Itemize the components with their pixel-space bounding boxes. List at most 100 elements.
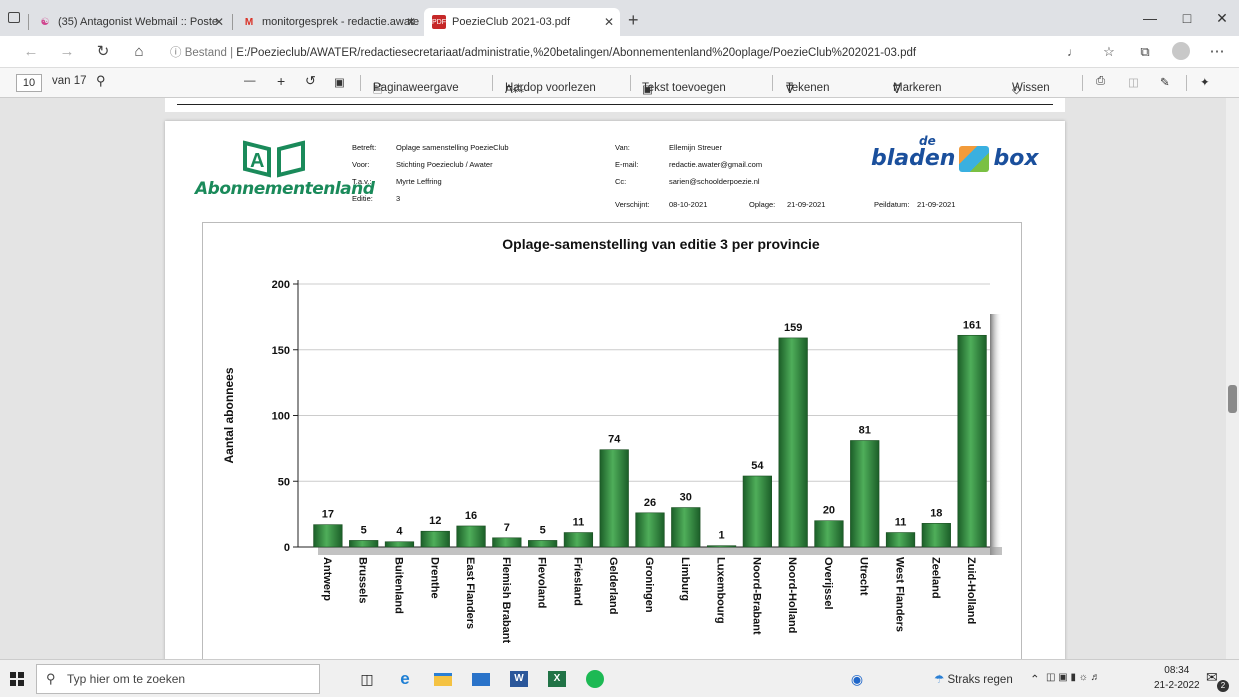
x-tick-label: Flevoland bbox=[536, 557, 548, 608]
address-prefix: Bestand bbox=[184, 47, 227, 59]
zoom-out-button[interactable]: — bbox=[244, 75, 256, 87]
book-logo-icon: A bbox=[243, 140, 305, 178]
file-explorer-icon[interactable] bbox=[432, 668, 454, 690]
new-tab-button[interactable]: + bbox=[628, 10, 639, 31]
page-view-label: Paginaweergave bbox=[373, 82, 459, 94]
bar-value-label: 1 bbox=[719, 530, 725, 542]
more-menu-icon[interactable]: ⋯ bbox=[1206, 42, 1228, 62]
previous-page-edge bbox=[165, 98, 1065, 112]
search-placeholder: Typ hier om te zoeken bbox=[67, 672, 186, 686]
highlight-button[interactable]: ∇ Markeren ⌄ bbox=[893, 75, 942, 96]
bar bbox=[957, 334, 987, 548]
back-icon[interactable]: ← bbox=[20, 42, 42, 62]
x-tick-label: Gelderland bbox=[607, 557, 619, 614]
x-tick-label: Flemish Brabant bbox=[500, 557, 512, 644]
search-icon[interactable]: ⚲ bbox=[96, 73, 106, 89]
weather-text: Straks regen bbox=[947, 674, 1013, 686]
tab-webmail[interactable]: ☯ (35) Antagonist Webmail :: Poste ✕ bbox=[30, 8, 230, 36]
profile-avatar[interactable] bbox=[1172, 42, 1190, 60]
erase-label: Wissen bbox=[1012, 82, 1050, 94]
tab-label: (35) Antagonist Webmail :: Poste bbox=[58, 16, 218, 28]
bar bbox=[742, 475, 772, 548]
windows-taskbar: ⚲ Typ hier om te zoeken ◫ e W X ◉ ☂ Stra… bbox=[0, 659, 1239, 697]
x-tick-label: Drenthe bbox=[428, 557, 440, 599]
bar bbox=[456, 525, 486, 548]
close-tab-icon[interactable]: ✕ bbox=[604, 15, 614, 29]
windows-start-icon[interactable] bbox=[6, 668, 28, 690]
highlight-label: Markeren bbox=[893, 82, 942, 94]
x-tick-label: Noord-Brabant bbox=[750, 557, 762, 635]
van-label: Van: bbox=[615, 143, 630, 152]
spotify-icon[interactable] bbox=[584, 668, 606, 690]
pin-toolbar-icon[interactable]: ✦ bbox=[1200, 75, 1210, 89]
edge-icon[interactable]: e bbox=[394, 668, 416, 690]
bar-value-label: 18 bbox=[930, 507, 942, 519]
draw-label: Tekenen bbox=[786, 82, 830, 94]
mail-icon[interactable] bbox=[470, 668, 492, 690]
close-window-button[interactable]: ✕ bbox=[1207, 8, 1237, 28]
save-icon[interactable]: ◫ bbox=[1128, 75, 1139, 89]
verschijnt-label: Verschijnt: bbox=[615, 200, 650, 209]
draw-button[interactable]: ∇ Tekenen ⌄ bbox=[786, 75, 829, 96]
tab-gmail[interactable]: M monitorgesprek - redactie.awate ✕ bbox=[234, 8, 422, 36]
x-tick-label: Noord-Holland bbox=[786, 557, 798, 633]
verschijnt-value: 08-10-2021 bbox=[669, 200, 708, 209]
fit-page-icon[interactable]: ▣ bbox=[334, 75, 345, 89]
tab-actions-icon[interactable] bbox=[8, 12, 20, 23]
y-tick-label: 100 bbox=[272, 411, 290, 423]
tab-label: PoezieClub 2021-03.pdf bbox=[452, 16, 571, 28]
van-value: Ellemijn Streuer bbox=[669, 143, 722, 152]
x-tick-label: Antwerp bbox=[321, 557, 333, 601]
home-icon[interactable]: ⌂ bbox=[128, 42, 150, 62]
excel-icon[interactable]: X bbox=[546, 668, 568, 690]
pdf-icon: PDF bbox=[432, 15, 446, 29]
save-as-icon[interactable]: ✎ bbox=[1160, 75, 1170, 89]
bar-value-label: 5 bbox=[361, 524, 367, 536]
tab-pdf[interactable]: PDF PoezieClub 2021-03.pdf ✕ bbox=[424, 8, 620, 36]
search-icon: ⚲ bbox=[46, 671, 56, 686]
bar bbox=[850, 440, 880, 548]
favorites-icon[interactable]: ☆ bbox=[1098, 42, 1120, 62]
reload-icon[interactable]: ↻ bbox=[92, 42, 114, 62]
notification-count: 2 bbox=[1217, 680, 1229, 692]
collections-icon[interactable]: ⧉ bbox=[1134, 42, 1156, 62]
umbrella-icon: ☂ bbox=[934, 674, 945, 686]
read-aloud-icon[interactable]: ♩ bbox=[1062, 42, 1084, 62]
tray-chevron-icon[interactable]: ⌃ bbox=[1030, 672, 1040, 686]
scrollbar[interactable] bbox=[1226, 98, 1239, 659]
tray-icons[interactable]: ◫ ▣ ▮ ☼ ♬ bbox=[1046, 672, 1101, 683]
add-text-label: Tekst toevoegen bbox=[642, 82, 726, 94]
pdf-page: A Abonnementenland Betreft: Oplage samen… bbox=[165, 121, 1065, 661]
help-icon[interactable]: ◉ bbox=[846, 668, 868, 690]
scrollbar-thumb[interactable] bbox=[1228, 385, 1237, 413]
print-icon[interactable]: ⎙ bbox=[1096, 75, 1105, 88]
close-tab-icon[interactable]: ✕ bbox=[214, 15, 224, 29]
tav-label: T.a.v.: bbox=[352, 177, 372, 186]
zoom-in-button[interactable]: + bbox=[277, 73, 285, 89]
x-tick-label: Limburg bbox=[679, 557, 691, 601]
bar-value-label: 81 bbox=[859, 424, 871, 436]
x-tick-label: Utrecht bbox=[858, 557, 870, 596]
pdf-toolbar: 10 van 17 ⚲ — + ↺ ▣ 🗎 Paginaweergave A⁂ … bbox=[0, 68, 1239, 98]
restore-button[interactable]: □ bbox=[1172, 8, 1202, 28]
forward-icon[interactable]: → bbox=[56, 42, 78, 62]
webmail-icon: ☯ bbox=[40, 16, 50, 28]
taskbar-search-input[interactable]: ⚲ Typ hier om te zoeken bbox=[36, 664, 320, 694]
rotate-icon[interactable]: ↺ bbox=[305, 73, 316, 89]
weather-widget[interactable]: ☂ Straks regen bbox=[934, 672, 1013, 686]
minimize-button[interactable]: — bbox=[1135, 8, 1165, 28]
close-tab-icon[interactable]: ✕ bbox=[406, 15, 416, 29]
bar bbox=[921, 523, 951, 548]
x-tick-label: Zuid-Holland bbox=[965, 557, 977, 624]
page-number-input[interactable]: 10 bbox=[16, 74, 42, 92]
word-icon[interactable]: W bbox=[508, 668, 530, 690]
task-view-icon[interactable]: ◫ bbox=[356, 668, 378, 690]
betreft-value: Oplage samenstelling PoezieClub bbox=[396, 143, 509, 152]
peildatum-value: 21-09-2021 bbox=[917, 200, 956, 209]
betreft-label: Betreft: bbox=[352, 143, 377, 152]
tab-label: monitorgesprek - redactie.awate bbox=[262, 16, 420, 28]
bar-value-label: 12 bbox=[429, 515, 441, 527]
address-bar[interactable]: ⓘ Bestand | E:/Poezieclub/AWATER/redacti… bbox=[170, 44, 916, 60]
clock[interactable]: 08:34 21-2-2022 bbox=[1154, 663, 1200, 693]
bar bbox=[349, 540, 379, 548]
